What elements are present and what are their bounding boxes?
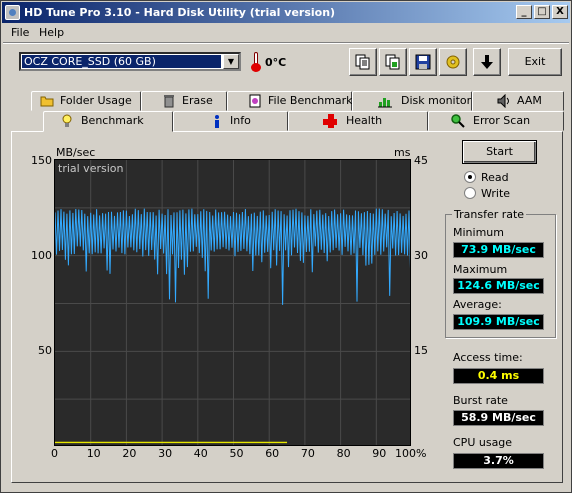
tab-aam[interactable]: AAM [472, 91, 564, 111]
read-radio[interactable] [464, 171, 476, 183]
trial-watermark: trial version [58, 162, 124, 175]
maximum-value: 124.6 MB/sec [453, 278, 544, 294]
copy-text-icon [355, 54, 370, 70]
x-axis-tick: 30 [158, 447, 173, 460]
minimum-value: 73.9 MB/sec [453, 242, 544, 258]
tab-label: AAM [517, 94, 542, 107]
options-button[interactable] [439, 48, 467, 76]
y-left-tick: 50 [38, 344, 52, 357]
menu-file[interactable]: File [11, 26, 29, 39]
x-axis-tick: 0 [51, 447, 58, 460]
drive-select-value: OCZ CORE_SSD (60 GB) [22, 55, 221, 68]
tab-info[interactable]: Info [173, 111, 288, 131]
write-radio[interactable] [464, 187, 476, 199]
exit-button[interactable]: Exit [508, 48, 562, 76]
cpu-usage-label: CPU usage [453, 436, 513, 449]
minimum-label: Minimum [453, 226, 504, 239]
x-axis-tick: 50 [229, 447, 244, 460]
tab-label: Disk monitor [401, 94, 472, 107]
menu-help[interactable]: Help [39, 26, 64, 39]
start-button[interactable]: Start [462, 140, 537, 164]
y-left-tick: 150 [31, 154, 52, 167]
magnifier-icon [451, 114, 465, 128]
x-axis-tick: 70 [300, 447, 315, 460]
burst-rate-value: 58.9 MB/sec [453, 410, 544, 426]
y-right-tick: 45 [414, 154, 428, 167]
transfer-rate-title: Transfer rate [452, 208, 527, 221]
tab-benchmark[interactable]: Benchmark [43, 111, 173, 132]
y-left-tick: 100 [31, 249, 52, 262]
tab-file-benchmark[interactable]: File Benchmark [227, 91, 353, 111]
access-time-label: Access time: [453, 351, 523, 364]
write-label: Write [481, 187, 511, 200]
folder-icon [40, 96, 54, 107]
minimize-button[interactable]: _ [516, 5, 532, 19]
average-label: Average: [453, 298, 502, 311]
copy-image-icon [385, 54, 400, 70]
temperature-readout: 0°C [265, 56, 287, 69]
tab-health[interactable]: Health [288, 111, 428, 131]
x-axis-tick: 10 [86, 447, 101, 460]
tab-label: Erase [182, 94, 213, 107]
window-title: HD Tune Pro 3.10 - Hard Disk Utility (tr… [24, 6, 336, 19]
tab-error-scan[interactable]: Error Scan [428, 111, 564, 131]
tab-folder-usage[interactable]: Folder Usage [31, 91, 141, 111]
access-time-value: 0.4 ms [453, 368, 544, 384]
tab-label: Benchmark [81, 114, 144, 127]
x-axis-tick: 20 [122, 447, 137, 460]
x-axis-tick: 100% [395, 447, 427, 460]
bulb-icon [62, 114, 72, 127]
y-right-tick: 30 [414, 249, 428, 262]
tab-label: Folder Usage [60, 94, 132, 107]
speaker-icon [497, 94, 509, 108]
tab-label: File Benchmark [268, 94, 353, 107]
y-left-unit-label: MB/sec [56, 146, 96, 159]
app-icon [5, 5, 20, 20]
download-icon [481, 55, 493, 69]
read-label: Read [481, 171, 509, 184]
maximize-button[interactable]: □ [534, 5, 550, 19]
app-window: HD Tune Pro 3.10 - Hard Disk Utility (tr… [0, 0, 572, 493]
x-axis-tick: 90 [372, 447, 387, 460]
toolbar-divider [3, 42, 569, 44]
thermometer-icon [250, 52, 262, 72]
save-icon [415, 54, 431, 70]
save-button[interactable] [409, 48, 437, 76]
info-icon [215, 115, 219, 128]
cpu-usage-value: 3.7% [453, 453, 544, 469]
graph-svg: trial version [55, 160, 410, 445]
x-axis-tick: 40 [193, 447, 208, 460]
tab-disk-monitor[interactable]: Disk monitor [352, 91, 472, 111]
copy-text-button[interactable] [349, 48, 377, 76]
chevron-down-icon[interactable]: ▼ [223, 54, 239, 69]
download-button[interactable] [473, 48, 501, 76]
y-right-unit-label: ms [394, 146, 411, 159]
health-cross-icon [323, 114, 337, 128]
tab-label: Health [346, 114, 383, 127]
menu-bar: File Help [2, 23, 570, 42]
disk-monitor-icon [378, 98, 392, 108]
x-axis-tick: 80 [336, 447, 351, 460]
tab-erase[interactable]: Erase [141, 91, 227, 111]
maximum-label: Maximum [453, 263, 508, 276]
tab-label: Info [230, 114, 251, 127]
title-bar[interactable]: HD Tune Pro 3.10 - Hard Disk Utility (tr… [2, 2, 570, 23]
benchmark-graph: trial version [54, 159, 411, 446]
y-right-tick: 15 [414, 344, 428, 357]
file-benchmark-icon [249, 94, 261, 108]
tab-label: Error Scan [473, 114, 531, 127]
burst-rate-label: Burst rate [453, 394, 508, 407]
drive-select[interactable]: OCZ CORE_SSD (60 GB) ▼ [19, 52, 241, 71]
x-axis-tick: 60 [265, 447, 280, 460]
options-icon [446, 55, 460, 69]
copy-image-button[interactable] [379, 48, 407, 76]
close-button[interactable]: X [552, 5, 568, 19]
trash-icon [164, 95, 174, 108]
average-value: 109.9 MB/sec [453, 314, 544, 330]
